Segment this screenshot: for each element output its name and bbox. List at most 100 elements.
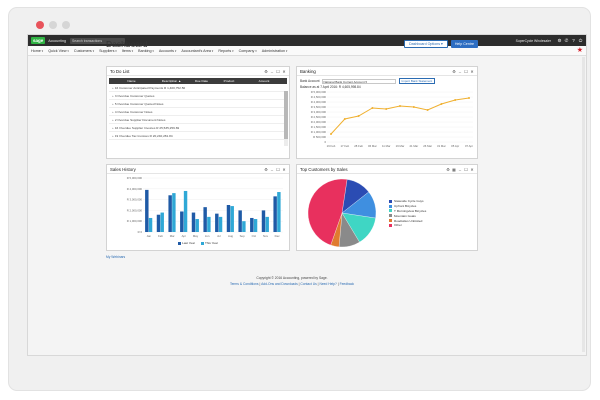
col-due-date[interactable]: Due Date (189, 79, 214, 83)
legend-this-year[interactable]: This Year (201, 241, 218, 245)
todo-item[interactable]: +3 Overdue Customer Quotes (109, 92, 287, 100)
todo-scrollbar[interactable] (284, 91, 288, 146)
todo-scroll-thumb[interactable] (284, 91, 288, 139)
pie-legend-item[interactable]: Other (389, 223, 426, 228)
import-statement-button[interactable]: Import Bank Statement (398, 78, 436, 84)
sales-panel: Sales History ⚙ – ☐ ✕ R 0 R 1,000,000 R 2,… (106, 164, 290, 251)
addons-link[interactable]: Add-Ons and Downloads (261, 282, 298, 286)
todo-item[interactable]: +4 Overdue Customer Notes (109, 108, 287, 116)
top-customers-panel: Top Customers by Sales ⚙ ▦ – ☐ ✕ Statesi… (296, 164, 478, 251)
y-tick-label: R 1,500,000 (311, 125, 327, 129)
pie-legend-item[interactable]: Roadsides Unlimited (389, 218, 426, 223)
bar-this-year (265, 216, 269, 232)
footer-links: Terms & Conditions | Add-Ons and Downloa… (229, 282, 355, 286)
close-icon[interactable]: ✕ (470, 69, 474, 74)
power-icon[interactable]: ⏻ (578, 38, 583, 43)
minimize-icon[interactable]: – (270, 69, 274, 74)
x-tick-label: 16 Mar (396, 144, 405, 148)
balance-point (343, 118, 346, 120)
menu-home[interactable]: Home (31, 49, 43, 53)
close-window-dot[interactable] (36, 21, 44, 29)
gear-icon[interactable]: ⚙ (264, 167, 268, 172)
maximize-window-dot[interactable] (62, 21, 70, 29)
phone-icon[interactable]: ✆ (564, 38, 569, 43)
terms-link[interactable]: Terms & Conditions (230, 282, 259, 286)
bank-account-select[interactable]: National Bank Current Account ▾ (321, 78, 396, 84)
x-tick-label: Apr (182, 234, 186, 238)
dashboard-options-button[interactable]: Dashboard Options ▾ (404, 40, 448, 48)
bar-this-year (183, 190, 188, 232)
need-help-link[interactable]: Need Help? (319, 282, 336, 286)
minimize-icon[interactable]: – (458, 69, 462, 74)
x-tick-label: May (193, 234, 199, 238)
todo-item[interactable]: +16 Customer Anticipated Payments R 1,40… (109, 84, 287, 92)
bar-last-year (180, 211, 184, 232)
window-controls (36, 21, 70, 29)
gear-icon[interactable]: ⚙ (446, 167, 450, 172)
y-tick-label: R 5,000,000 (127, 176, 143, 180)
help-icon[interactable]: ? (571, 38, 576, 43)
gear-icon[interactable]: ⚙ (452, 69, 456, 74)
menu-customers[interactable]: Customers (74, 49, 94, 53)
maximize-icon[interactable]: ☐ (276, 167, 280, 172)
top-customers-pie-chart (307, 178, 377, 248)
menu-quick-view[interactable]: Quick View (48, 49, 69, 53)
star-icon[interactable]: ★ (577, 47, 583, 54)
bar-this-year (207, 216, 211, 232)
gear-icon[interactable]: ⚙ (557, 38, 562, 43)
my-webinars-link[interactable]: My Webinars (106, 255, 125, 259)
y-tick-label: R 4,000,000 (311, 100, 327, 104)
bar-last-year (203, 207, 207, 232)
balance-point (357, 115, 360, 117)
y-tick-label: R 2,000,000 (127, 208, 143, 212)
todo-item[interactable]: +19 Overdue Tax Invoices R 20,240,281.84 (109, 132, 287, 140)
bar-last-year (156, 214, 161, 232)
todo-item[interactable]: +16 Overdue Supplier Invoices R 25,535,2… (109, 124, 287, 132)
todo-item[interactable]: +2 Overdue Supplier Document Notes (109, 116, 287, 124)
bar-this-year (242, 221, 246, 232)
pie-legend-item[interactable]: Stateside Cycle Guys (389, 199, 426, 204)
maximize-icon[interactable]: ☐ (464, 167, 468, 172)
close-icon[interactable]: ✕ (282, 69, 286, 74)
minimize-icon[interactable]: – (458, 167, 462, 172)
minimize-icon[interactable]: – (270, 167, 274, 172)
y-tick-label: R 1,000,000 (127, 219, 143, 223)
todo-item[interactable]: +5 Overdue Customer Quoted Notes (109, 100, 287, 108)
close-icon[interactable]: ✕ (470, 167, 474, 172)
company-name[interactable]: SuperCycle Wholesaler (516, 39, 551, 43)
maximize-icon[interactable]: ☐ (276, 69, 280, 74)
x-tick-label: 17 Feb (340, 144, 349, 148)
y-tick-label: R 3,500,000 (311, 105, 327, 109)
sage-logo[interactable]: sage (31, 37, 46, 44)
pie-legend-item[interactable]: T Morningview Bicycles (389, 209, 426, 214)
page-scrollbar[interactable] (582, 57, 585, 352)
contact-link[interactable]: Contact Us (300, 282, 316, 286)
feedback-link[interactable]: Feedback (340, 282, 354, 286)
legend-last-year[interactable]: Last Year (178, 241, 195, 245)
gear-icon[interactable]: ⚙ (264, 69, 268, 74)
maximize-icon[interactable]: ☐ (464, 69, 468, 74)
plus-icon: + (112, 117, 114, 122)
x-tick-label: 11 Mar (382, 144, 391, 148)
bar-this-year (172, 193, 176, 232)
todo-panel: To Do List ⚙ – ☐ ✕ Name Description ▲ Du… (106, 66, 290, 159)
y-tick-label: R 2,000,000 (311, 120, 327, 124)
minimize-window-dot[interactable] (49, 21, 57, 29)
col-product[interactable]: Product (214, 79, 244, 83)
col-amount[interactable]: Amount (244, 79, 284, 83)
x-tick-label: Mar (170, 234, 175, 238)
x-tick-label: Jul (217, 234, 221, 238)
balance-point (330, 133, 332, 135)
x-tick-label: Sep (240, 234, 245, 238)
x-tick-label: Dec (275, 234, 281, 238)
help-centre-button[interactable]: Help Centre (450, 40, 478, 48)
bar-last-year (250, 217, 254, 232)
col-name[interactable]: Name (109, 79, 154, 83)
plus-icon: + (112, 101, 114, 106)
close-icon[interactable]: ✕ (282, 167, 286, 172)
col-description[interactable]: Description ▲ (154, 79, 189, 83)
banking-panel: Banking ⚙ – ☐ ✕ Bank Account National Ba… (296, 66, 478, 159)
y-tick-label: R 3,000,000 (311, 110, 327, 114)
balance-series-line (330, 97, 470, 135)
table-view-icon[interactable]: ▦ (452, 167, 456, 172)
